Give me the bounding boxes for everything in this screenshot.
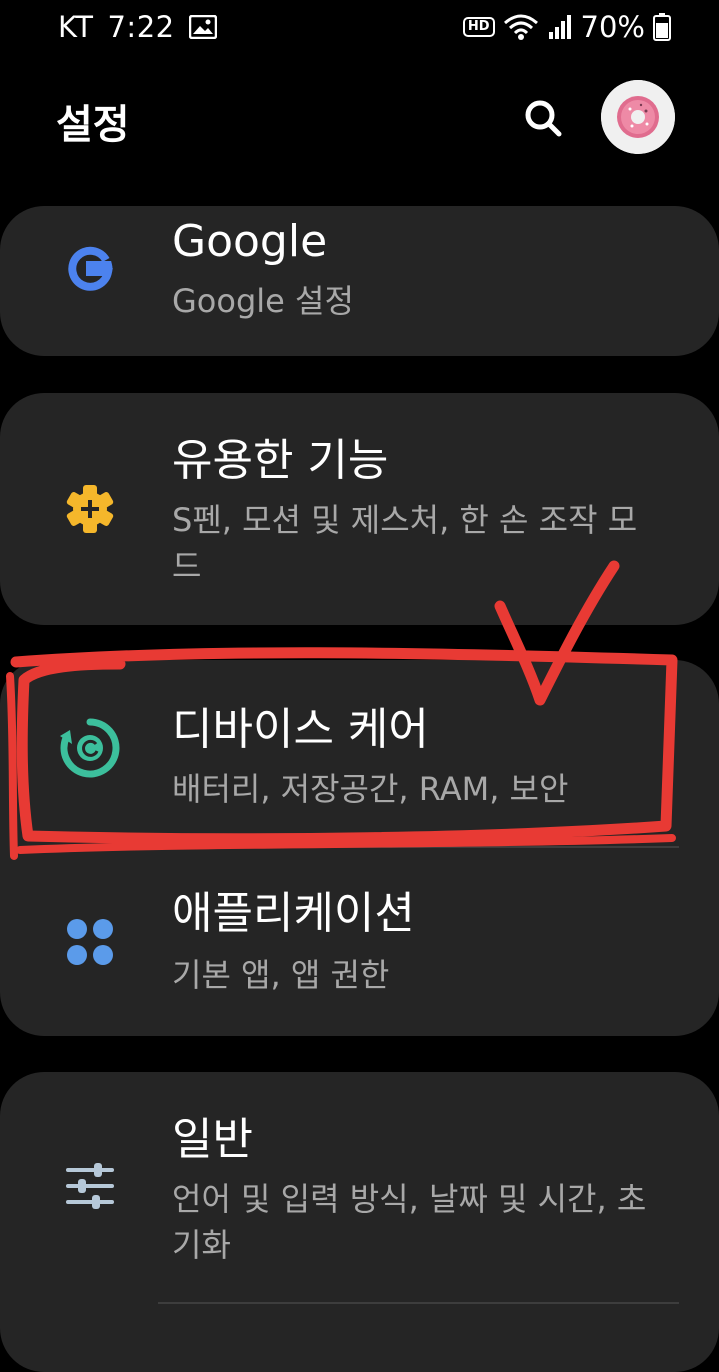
battery-percent: 70% bbox=[580, 10, 645, 44]
item-subtitle: 기본 앱, 앱 권한 bbox=[172, 956, 390, 994]
search-button[interactable] bbox=[516, 91, 570, 145]
item-title: 유용한 기능 bbox=[172, 435, 389, 486]
carrier-label: KT bbox=[58, 10, 94, 44]
gallery-notification-icon bbox=[188, 15, 217, 39]
hd-voice-icon: HD bbox=[462, 17, 495, 37]
status-bar: KT 7:22 HD 70% bbox=[0, 0, 719, 56]
item-subtitle: 배터리, 저장공간, RAM, 보안 bbox=[172, 770, 569, 808]
item-title: Google bbox=[172, 216, 328, 267]
signal-icon bbox=[548, 15, 571, 39]
settings-item-device-care[interactable]: 디바이스 케어 배터리, 저장공간, RAM, 보안 bbox=[0, 660, 719, 848]
search-icon bbox=[525, 100, 562, 137]
wifi-icon bbox=[503, 14, 538, 40]
status-right: HD 70% bbox=[462, 10, 671, 44]
item-title: 일반 bbox=[172, 1114, 253, 1165]
settings-item-advanced-features[interactable]: 유용한 기능 S펜, 모션 및 제스처, 한 손 조작 모드 bbox=[0, 393, 719, 625]
app-header: 설정 bbox=[0, 56, 719, 186]
clock: 7:22 bbox=[107, 10, 175, 44]
item-subtitle: S펜, 모션 및 제스처, 한 손 조작 모드 bbox=[172, 501, 638, 585]
google-g-icon bbox=[68, 246, 113, 291]
battery-icon bbox=[653, 13, 671, 41]
item-subtitle: 언어 및 입력 방식, 날짜 및 시간, 초기화 bbox=[172, 1180, 647, 1264]
item-title: 애플리케이션 bbox=[172, 888, 415, 939]
advanced-features-icon bbox=[66, 485, 114, 533]
divider bbox=[158, 1302, 679, 1304]
device-care-icon bbox=[60, 718, 120, 778]
donut-avatar-image bbox=[601, 80, 675, 154]
settings-item-general[interactable]: 일반 언어 및 입력 방식, 날짜 및 시간, 초기화 bbox=[0, 1072, 719, 1298]
general-management-icon bbox=[66, 1163, 114, 1209]
settings-item-applications[interactable]: 애플리케이션 기본 앱, 앱 권한 bbox=[0, 848, 719, 1036]
status-left: KT 7:22 bbox=[58, 10, 217, 44]
item-title: 디바이스 케어 bbox=[172, 704, 429, 755]
item-subtitle: Google 설정 bbox=[172, 282, 354, 320]
profile-avatar[interactable] bbox=[601, 80, 675, 154]
settings-item-google[interactable]: Google Google 설정 bbox=[0, 206, 719, 356]
page-title: 설정 bbox=[56, 102, 130, 148]
apps-icon bbox=[67, 919, 113, 965]
